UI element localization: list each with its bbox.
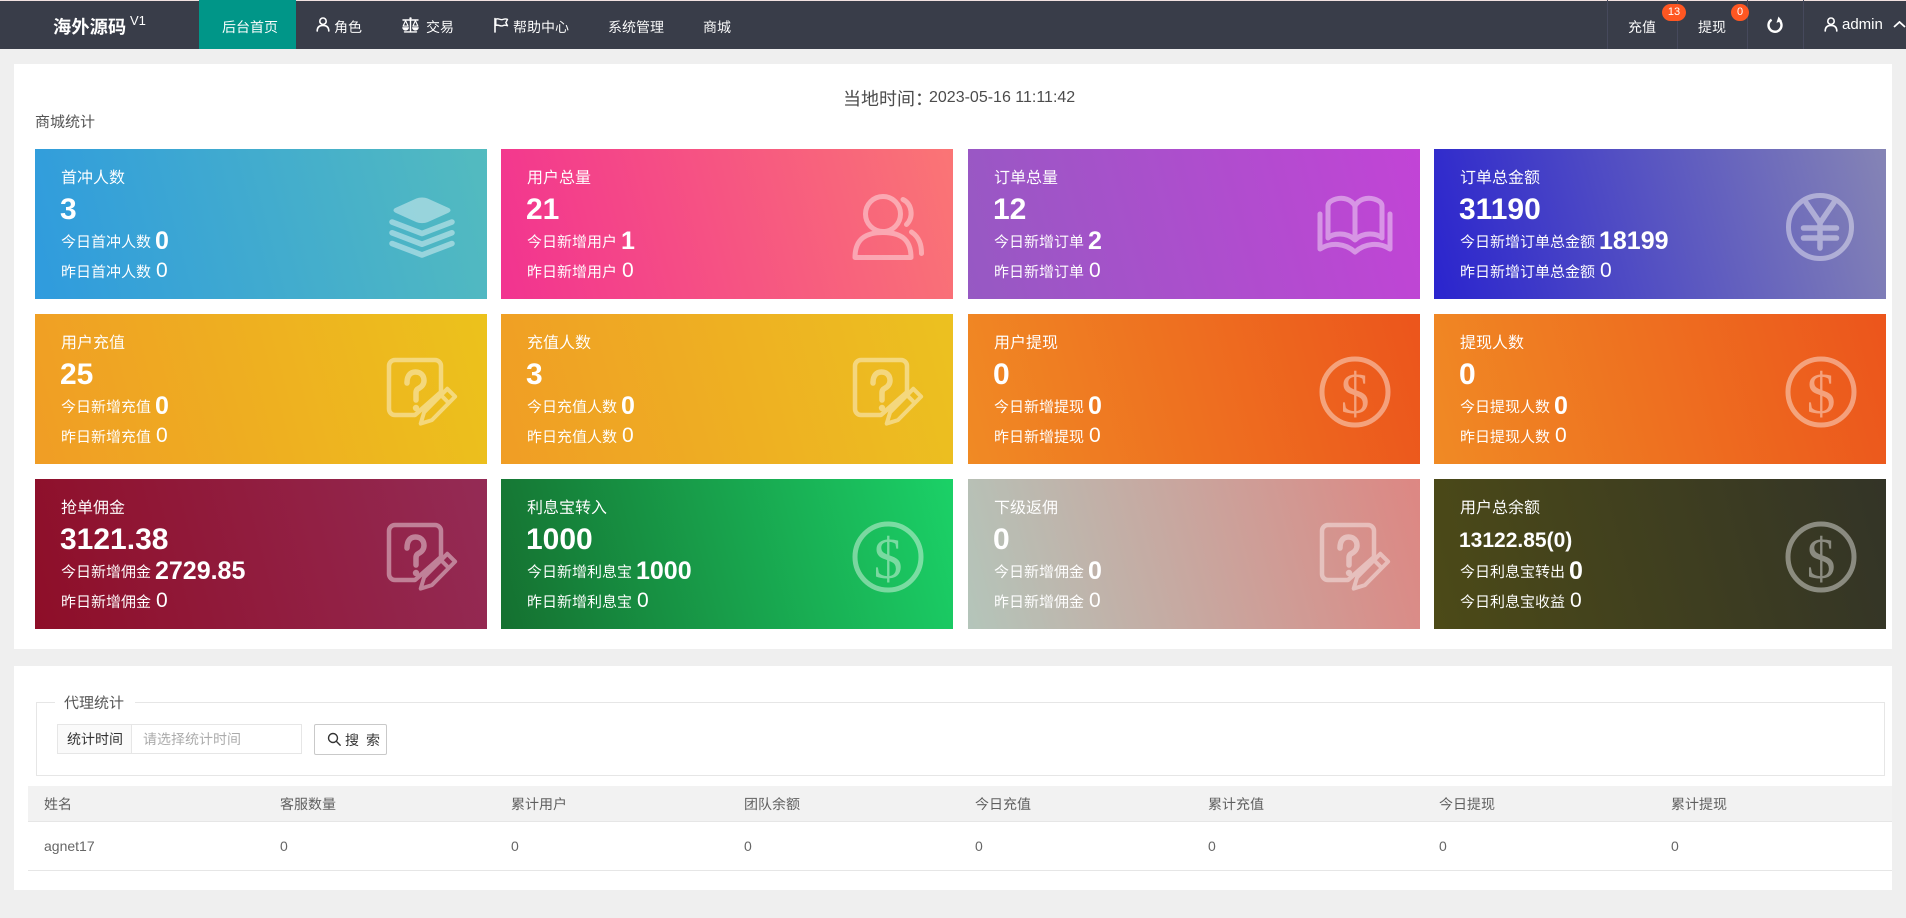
svg-text:$: $ bbox=[1807, 361, 1836, 426]
svg-text:$: $ bbox=[1807, 526, 1836, 591]
svg-text:$: $ bbox=[1341, 361, 1370, 426]
svg-text:$: $ bbox=[874, 526, 903, 591]
